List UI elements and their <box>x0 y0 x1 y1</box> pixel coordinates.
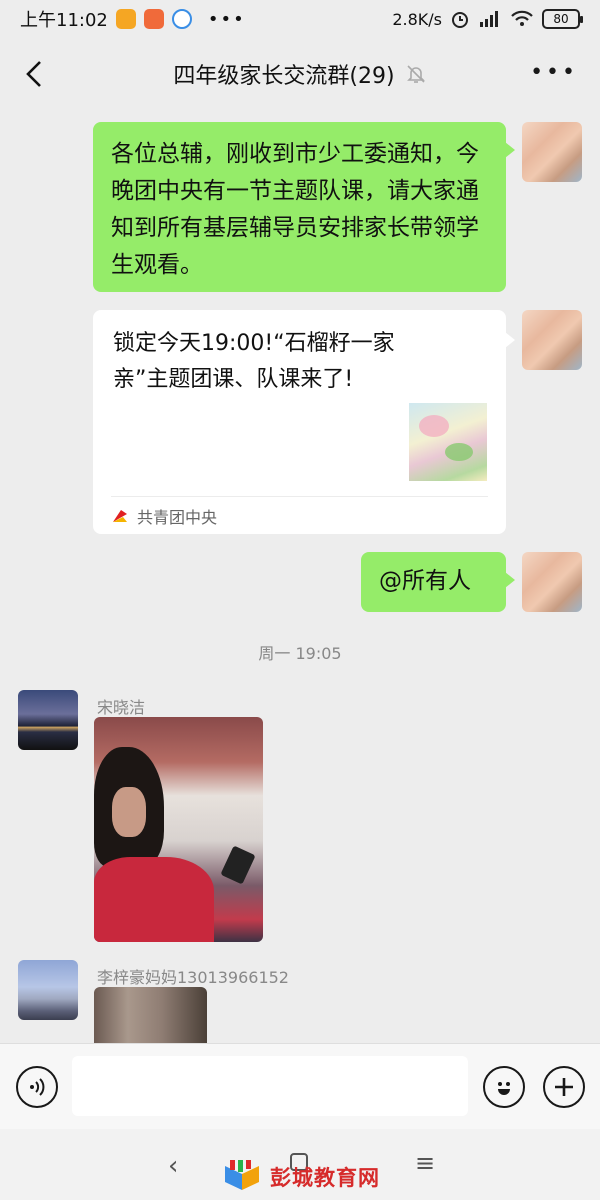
my-avatar[interactable] <box>522 122 582 182</box>
sender-avatar[interactable] <box>18 690 78 750</box>
link-card[interactable]: 锁定今天19:00!“石榴籽一家亲”主题团课、队课来了! 共青团中央 <box>93 310 515 534</box>
more-notifications-icon: ••• <box>207 8 246 30</box>
link-card-source-label: 共青团中央 <box>137 508 218 527</box>
message-bubble[interactable]: 各位总辅，刚收到市少工委通知，今晚团中央有一节主题队课，请大家通知到所有基层辅导… <box>93 122 515 292</box>
voice-icon <box>30 1078 45 1096</box>
status-bar: 上午11:02 ••• 2.8K/s 80 <box>0 0 600 38</box>
sender-avatar[interactable] <box>18 960 78 1020</box>
alarm-icon <box>452 12 468 28</box>
my-avatar[interactable] <box>522 310 582 370</box>
status-time: 上午11:02 <box>20 10 108 31</box>
signal-icon <box>480 11 498 27</box>
message-input[interactable] <box>72 1056 468 1116</box>
wifi-icon <box>511 10 533 26</box>
watermark: 彭城教育网 <box>222 1160 380 1194</box>
net-speed: 2.8K/s <box>392 9 442 29</box>
plus-icon <box>555 1078 573 1096</box>
message-text: @所有人 <box>379 568 471 594</box>
image-message[interactable] <box>94 987 207 1047</box>
notification-app-icon <box>115 9 136 29</box>
chat-title: 四年级家长交流群(29) <box>173 64 395 89</box>
notification-app-icon <box>171 9 192 29</box>
input-bar <box>0 1043 600 1129</box>
sender-name: 宋晓洁 <box>97 698 146 717</box>
link-card-source: 共青团中央 <box>111 504 217 528</box>
message-timestamp: 周一 19:05 <box>258 644 342 663</box>
emoji-icon <box>498 1082 510 1095</box>
nav-back-icon[interactable]: ‹ <box>168 1151 178 1181</box>
message-text: 各位总辅，刚收到市少工委通知，今晚团中央有一节主题队课，请大家通知到所有基层辅导… <box>111 141 479 278</box>
back-button[interactable] <box>16 56 52 92</box>
my-avatar[interactable] <box>522 552 582 612</box>
nav-menu-icon[interactable]: ≡ <box>415 1149 435 1177</box>
notification-app-icon <box>143 9 164 29</box>
voice-button[interactable] <box>16 1066 58 1108</box>
plus-button[interactable] <box>543 1066 585 1108</box>
back-arrow-icon <box>26 61 41 87</box>
link-card-thumbnail <box>409 403 487 481</box>
message-bubble[interactable]: @所有人 <box>361 552 515 612</box>
emoji-button[interactable] <box>483 1066 525 1108</box>
watermark-logo-icon <box>225 1160 259 1190</box>
chat-header: 四年级家长交流群(29) ••• <box>0 38 600 110</box>
image-message[interactable] <box>94 717 263 942</box>
link-card-title: 锁定今天19:00!“石榴籽一家亲”主题团课、队课来了! <box>113 331 395 392</box>
sender-name: 李梓豪妈妈13013966152 <box>97 968 289 987</box>
divider <box>111 496 488 497</box>
youth-league-logo-icon <box>113 510 127 522</box>
more-icon[interactable]: ••• <box>530 62 578 84</box>
watermark-text: 彭城教育网 <box>270 1166 380 1190</box>
bell-muted-icon <box>406 65 425 83</box>
battery-indicator: 80 <box>542 9 583 29</box>
